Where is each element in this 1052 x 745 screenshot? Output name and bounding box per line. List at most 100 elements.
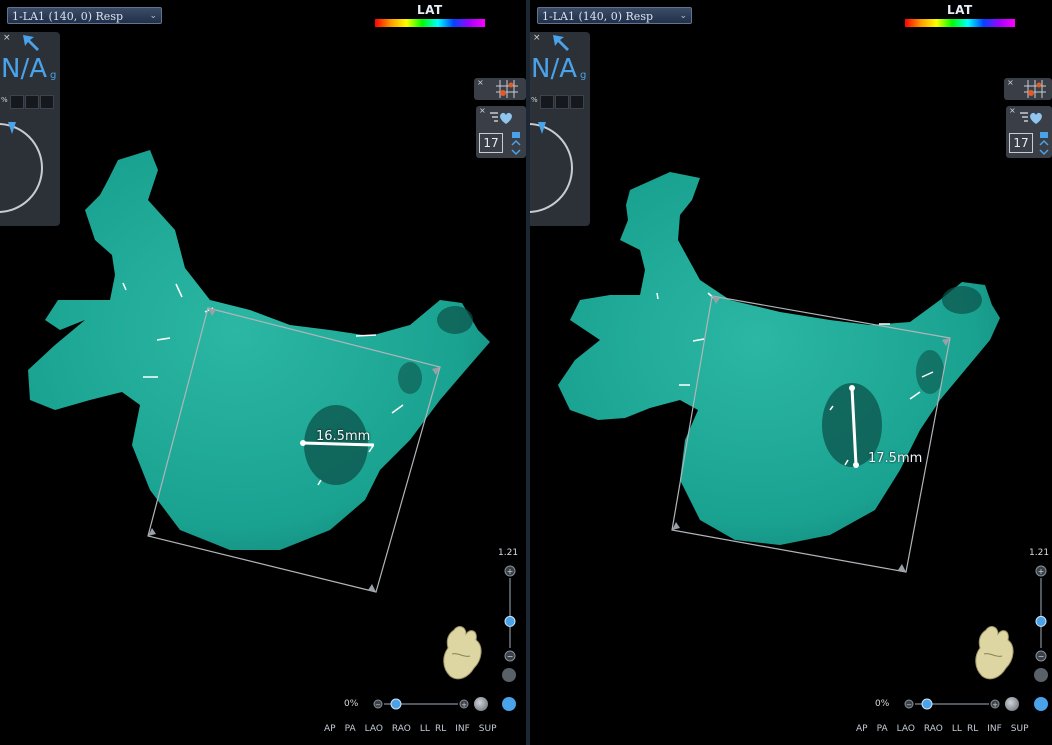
view-button-inf[interactable]: INF <box>455 724 470 734</box>
view-reset-button[interactable] <box>1034 668 1048 682</box>
close-icon[interactable]: × <box>477 78 484 87</box>
close-icon[interactable]: × <box>1009 106 1016 115</box>
map-viewport-left[interactable]: 16.5mm 1-LA1 (140, 0) Resp ⌄ LAT × N/A g… <box>0 0 526 745</box>
stepper-icon[interactable] <box>510 132 522 158</box>
svg-text:−: − <box>375 701 381 709</box>
zoom-slider[interactable]: + − <box>1034 563 1048 663</box>
zoom-thumb[interactable] <box>1035 615 1047 627</box>
svg-text:+: + <box>1038 567 1045 576</box>
close-icon[interactable]: × <box>479 106 486 115</box>
chevron-down-icon: ⌄ <box>149 11 157 21</box>
svg-text:+: + <box>992 701 998 709</box>
electrode-filter-box: × 17 <box>1006 106 1052 158</box>
percent-label: % <box>1 96 8 104</box>
point-tools-box: × <box>1004 78 1052 100</box>
force-unit: g <box>50 70 57 81</box>
opacity-thumb[interactable] <box>921 698 933 710</box>
opacity-thumb[interactable] <box>390 698 402 710</box>
view-button-pa[interactable]: PA <box>877 724 888 734</box>
view-button-rl[interactable]: RL <box>435 724 446 734</box>
electrode-count[interactable]: 17 <box>479 133 503 153</box>
view-button-rl[interactable]: RL <box>967 724 978 734</box>
force-value: N/A <box>531 54 577 84</box>
tag-points-icon[interactable] <box>1024 80 1046 98</box>
svg-text:−: − <box>507 652 514 661</box>
svg-text:−: − <box>1038 652 1045 661</box>
force-unit: g <box>580 70 587 81</box>
view-button-ll[interactable]: LL <box>420 724 430 734</box>
force-gauge-icon <box>0 122 43 213</box>
opacity-slider[interactable]: − + <box>903 697 1003 711</box>
map-select[interactable]: 1-LA1 (140, 0) Resp ⌄ <box>7 7 162 24</box>
heart-filter-icon[interactable] <box>490 109 514 125</box>
map-viewport-right[interactable]: 17.5mm 1-LA1 (140, 0) Resp ⌄ LAT × N/A g… <box>530 0 1052 745</box>
catheter-force-panel: × N/A g % <box>530 32 590 226</box>
sphere-view-icon[interactable] <box>474 697 488 711</box>
measure-endpoint[interactable] <box>300 440 306 446</box>
pv-ostium-2 <box>437 306 473 334</box>
cursor-arrow-icon <box>553 35 569 51</box>
zoom-value: 1.21 <box>1029 548 1050 558</box>
heart-filter-icon[interactable] <box>1020 109 1044 125</box>
zoom-thumb[interactable] <box>504 615 516 627</box>
force-value: N/A <box>1 54 47 84</box>
zoom-slider[interactable]: + − <box>503 563 517 663</box>
pv-ostium-3 <box>916 350 944 394</box>
view-button-rao[interactable]: RAO <box>924 724 943 734</box>
view-button-ap[interactable]: AP <box>324 724 336 734</box>
view-button-rao[interactable]: RAO <box>392 724 411 734</box>
view-button-ll[interactable]: LL <box>952 724 962 734</box>
view-button-lao[interactable]: LAO <box>897 724 915 734</box>
view-button-ap[interactable]: AP <box>856 724 868 734</box>
view-menu-icon[interactable] <box>1034 697 1048 711</box>
view-buttons-bar: AP PA LAO RAO LL RL INF SUP <box>324 724 497 734</box>
view-reset-button[interactable] <box>502 668 516 682</box>
close-icon[interactable]: × <box>1007 78 1014 87</box>
contact-indicators <box>540 94 585 113</box>
close-icon[interactable]: × <box>3 33 11 43</box>
pv-ostium-2 <box>942 286 982 314</box>
sphere-view-icon[interactable] <box>1005 697 1019 711</box>
electrode-filter-box: × 17 <box>476 106 526 158</box>
measure-endpoint[interactable] <box>853 462 859 468</box>
lat-color-bar <box>375 19 485 27</box>
opacity-value: 0% <box>875 699 890 709</box>
opacity-slider[interactable]: − + <box>372 697 472 711</box>
electrode-count[interactable]: 17 <box>1009 133 1033 153</box>
heart-orientation-icon[interactable] <box>440 622 486 686</box>
view-button-sup[interactable]: SUP <box>479 724 497 734</box>
point-tools-box: × <box>474 78 526 100</box>
measurement-label: 16.5mm <box>316 429 371 444</box>
stepper-icon[interactable] <box>1038 132 1050 158</box>
svg-text:−: − <box>906 701 912 709</box>
chevron-down-icon: ⌄ <box>679 11 687 21</box>
svg-text:+: + <box>507 567 514 576</box>
map-select-value: 1-LA1 (140, 0) Resp <box>12 10 124 23</box>
lat-color-bar <box>905 19 1015 27</box>
map-select-value: 1-LA1 (140, 0) Resp <box>542 10 654 23</box>
view-button-lao[interactable]: LAO <box>365 724 383 734</box>
map-select[interactable]: 1-LA1 (140, 0) Resp ⌄ <box>537 7 692 24</box>
measurement-label: 17.5mm <box>868 451 923 466</box>
view-button-inf[interactable]: INF <box>987 724 1002 734</box>
percent-label: % <box>531 96 538 104</box>
pv-ostium-3 <box>398 362 422 394</box>
view-buttons-bar: AP PA LAO RAO LL RL INF SUP <box>856 724 1029 734</box>
measure-endpoint[interactable] <box>849 385 855 391</box>
view-button-pa[interactable]: PA <box>345 724 356 734</box>
view-menu-icon[interactable] <box>502 697 516 711</box>
force-gauge-icon <box>530 122 573 213</box>
catheter-force-panel: × N/A g % <box>0 32 60 226</box>
close-icon[interactable]: × <box>533 33 541 43</box>
view-button-sup[interactable]: SUP <box>1011 724 1029 734</box>
opacity-value: 0% <box>344 699 359 709</box>
lat-label: LAT <box>417 3 443 17</box>
zoom-value: 1.21 <box>498 548 519 558</box>
svg-text:+: + <box>461 701 467 709</box>
contact-indicators <box>10 94 55 113</box>
cursor-arrow-icon <box>23 35 39 51</box>
tag-points-icon[interactable] <box>496 80 518 98</box>
lat-label: LAT <box>947 3 973 17</box>
heart-orientation-icon[interactable] <box>972 622 1018 686</box>
left-atrium-shape <box>28 150 490 550</box>
